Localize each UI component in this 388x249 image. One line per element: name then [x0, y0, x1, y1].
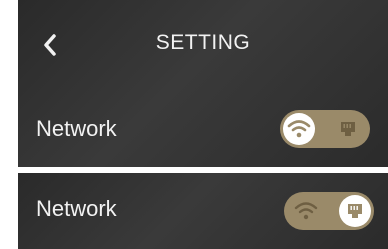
wifi-icon[interactable]	[294, 200, 318, 222]
ethernet-icon[interactable]	[345, 201, 365, 221]
network-mode-toggle[interactable]	[280, 110, 370, 148]
network-mode-toggle[interactable]	[284, 192, 374, 230]
settings-screen-alt: Network	[18, 173, 388, 249]
wifi-icon[interactable]	[287, 118, 311, 140]
network-label: Network	[36, 196, 117, 221]
ethernet-icon[interactable]	[338, 119, 358, 139]
settings-screen: SETTING Network	[18, 0, 388, 167]
network-label: Network	[36, 116, 117, 141]
page-title: SETTING	[155, 31, 251, 54]
